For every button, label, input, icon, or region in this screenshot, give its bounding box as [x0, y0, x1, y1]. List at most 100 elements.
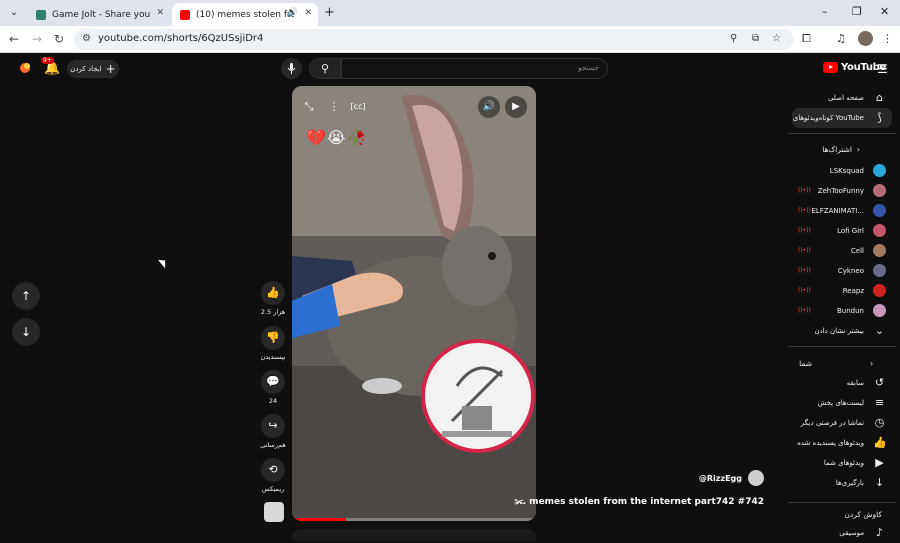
sidebar-subscription[interactable]: ((•)) ELFZANIMATI... [792, 201, 892, 221]
downloads-icon: ↓ [874, 476, 885, 489]
next-short-preview[interactable] [292, 529, 536, 541]
sidebar-subscription[interactable]: ((•)) Bundun [792, 301, 892, 321]
channel-name[interactable]: @RizzEgg [699, 474, 742, 483]
sidebar-subscription[interactable]: ((•)) ZehTooFunny [792, 181, 892, 201]
sidebar-item-downloads[interactable]: بارگیری‌ها ↓ [792, 473, 892, 493]
channel-info[interactable]: @RizzEgg [699, 470, 764, 486]
sidebar-item-label: تماشا در فرصتی دیگر [800, 419, 864, 427]
shorts-player[interactable]: ⤡ ⋮ [cc] 🔊 ▶ 💔😭🥀 ✂ [292, 86, 536, 521]
more-options-icon[interactable]: ⋮ [323, 96, 345, 118]
playlists-icon: ≡ [874, 396, 885, 409]
new-tab-button[interactable]: + [324, 5, 335, 20]
watch-later-icon: ◷ [874, 416, 885, 429]
site-info-icon[interactable]: ⚙ [82, 33, 91, 44]
create-label: ایجاد کردن [70, 65, 102, 73]
voice-search-button[interactable] [281, 58, 302, 79]
tab-audio-icon[interactable]: 🔊 [287, 8, 298, 18]
next-short-button[interactable]: ↓ [12, 318, 40, 346]
sound-thumbnail[interactable] [264, 502, 284, 522]
channel-avatar [873, 244, 886, 257]
fullscreen-icon[interactable]: ⤡ [298, 96, 320, 118]
share-icon: ↪ [261, 414, 285, 438]
arrow-down-icon: ↓ [20, 325, 32, 339]
you-heading-label: شما [799, 359, 812, 368]
sidebar-item-label: Bundun [837, 307, 864, 315]
tab-game-jolt[interactable]: Game Jolt - Share your creations ✕ [28, 3, 170, 26]
browser-menu-icon[interactable]: ⋮ [882, 32, 893, 45]
remix-label: ریمیکس [261, 485, 285, 493]
create-button[interactable]: ایجاد کردن + [67, 60, 119, 78]
emoji-overlay: 💔😭🥀 [306, 128, 368, 147]
channel-avatar [873, 224, 886, 237]
thumbs-up-icon: 👍 [261, 281, 285, 305]
extensions-icon[interactable]: ⧠ [802, 32, 811, 46]
live-indicator-icon: ((•)) [798, 307, 811, 314]
sidebar-subscription[interactable]: ((•)) Cykneo [792, 261, 892, 281]
previous-short-button[interactable]: ↑ [12, 282, 40, 310]
sidebar-item-music[interactable]: موسیقی ♪ [792, 523, 892, 543]
sidebar-item-history[interactable]: سابقه ↺ [792, 373, 892, 393]
shorts-icon: ⟆ [877, 111, 882, 124]
channel-avatar [873, 284, 886, 297]
you-heading[interactable]: شما › [792, 359, 892, 371]
minimize-button[interactable]: – [822, 5, 828, 18]
like-button[interactable]: 👍 2.5 هزار [258, 281, 288, 316]
close-tab-icon[interactable]: ✕ [304, 8, 312, 18]
sidebar-item-shorts[interactable]: کوتاه‌ویدئوهای YouTube ⟆ [792, 108, 892, 128]
address-bar[interactable]: ⚙ youtube.com/shorts/6QzUSsjiDr4 ⚲ ⧉ ☆ [74, 29, 794, 50]
sidebar-item-liked[interactable]: ویدئوهای پسندیده شده 👍 [792, 433, 892, 453]
sidebar-item-label: Reapz [842, 287, 864, 295]
zoom-icon[interactable]: ⚲ [730, 33, 737, 44]
subscriptions-heading[interactable]: اشتراک‌ها › [792, 145, 892, 157]
sidebar-item-your-videos[interactable]: ویدئوهای شما ▶ [792, 453, 892, 473]
forward-button[interactable]: → [32, 32, 42, 46]
channel-avatar [873, 164, 886, 177]
maximize-button[interactable]: ❐ [852, 5, 862, 18]
youtube-favicon-icon [180, 9, 190, 20]
close-tab-icon[interactable]: ✕ [156, 8, 164, 18]
sidebar-item-label: صفحه اصلی [827, 94, 864, 102]
sidebar-subscription[interactable]: ((•)) Cell [792, 241, 892, 261]
dislike-label: نپسندیدن [260, 353, 286, 361]
short-title[interactable]: ... memes stolen from the internet part7… [516, 497, 764, 507]
install-app-icon[interactable]: ⧉ [752, 33, 759, 44]
media-control-icon[interactable]: ♫ [836, 32, 846, 45]
video-frame [292, 86, 536, 521]
sidebar-item-watch-later[interactable]: تماشا در فرصتی دیگر ◷ [792, 413, 892, 433]
sidebar-divider [788, 133, 896, 134]
bookmark-star-icon[interactable]: ☆ [772, 33, 781, 44]
search-button[interactable]: ⚲ [309, 58, 341, 79]
notifications-button[interactable]: 🔔 9+ [41, 57, 60, 76]
progress-fill [292, 518, 346, 521]
video-progress-bar[interactable] [292, 518, 536, 521]
share-button[interactable]: ↪ هم‌رسانی [258, 414, 288, 449]
channel-avatar[interactable] [748, 470, 764, 486]
guide-menu-icon[interactable]: ☰ [877, 62, 888, 76]
tab-search-icon[interactable]: ⌄ [6, 5, 22, 21]
sidebar-subscription[interactable]: ((•)) Lofi Girl [792, 221, 892, 241]
remix-button[interactable]: ⟲ ریمیکس [258, 458, 288, 493]
create-studio-icon[interactable] [18, 61, 32, 75]
play-icon[interactable]: ▶ [505, 96, 527, 118]
comments-button[interactable]: 💬 24 [258, 370, 288, 405]
dislike-button[interactable]: 👎 نپسندیدن [258, 326, 288, 361]
chevron-right-icon: › [870, 359, 874, 368]
sidebar-item-label: ویدئوهای شما [823, 459, 864, 467]
back-button[interactable]: ← [9, 32, 19, 46]
sidebar-item-label: Cell [850, 247, 864, 255]
sidebar-subscription[interactable]: LSKsquad [792, 161, 892, 181]
sidebar-item-playlists[interactable]: لیست‌های پخش ≡ [792, 393, 892, 413]
tab-youtube-short[interactable]: (10) memes stolen from the internet 🔊 ✕ [172, 3, 318, 26]
search-input[interactable]: جستجو [341, 58, 608, 79]
sidebar-show-more[interactable]: بیشتر نشان دادن ⌄ [792, 321, 892, 341]
profile-avatar[interactable] [858, 31, 873, 46]
subscriptions-heading-label: اشتراک‌ها [822, 145, 852, 154]
tab-title: Game Jolt - Share your creations [52, 9, 150, 20]
volume-icon[interactable]: 🔊 [478, 96, 500, 118]
reload-button[interactable]: ↻ [54, 32, 64, 46]
captions-icon[interactable]: [cc] [347, 96, 369, 118]
share-label: هم‌رسانی [260, 441, 286, 449]
sidebar-subscription[interactable]: ((•)) Reapz [792, 281, 892, 301]
sidebar-item-home[interactable]: صفحه اصلی ⌂ [792, 88, 892, 108]
close-window-button[interactable]: ✕ [880, 5, 889, 18]
